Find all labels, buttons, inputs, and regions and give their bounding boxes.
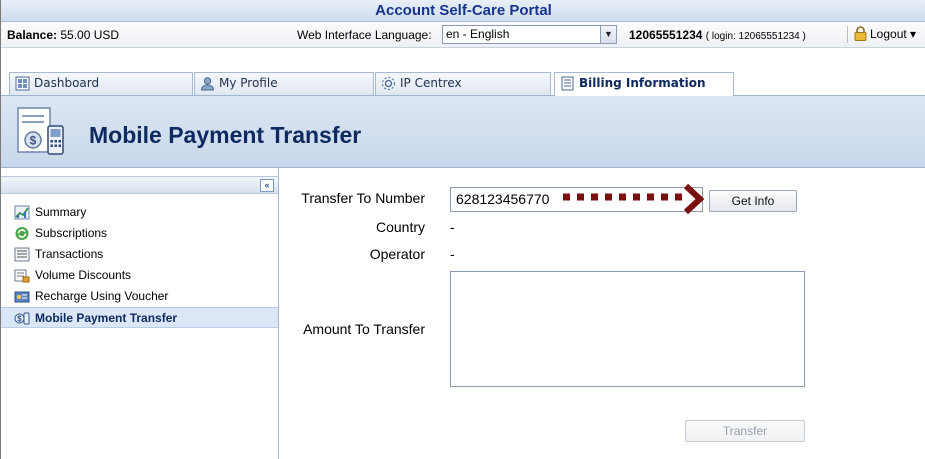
sidebar-item-label: Summary [35,205,87,219]
operator-value: - [450,246,455,262]
lock-icon [854,26,867,41]
sidebar-item-recharge-using-voucher[interactable]: Recharge Using Voucher [1,286,278,307]
sidebar-item-label: Volume Discounts [35,268,132,282]
discount-icon [14,269,30,283]
get-info-button[interactable]: Get Info [709,190,797,212]
tab-dashboard[interactable]: Dashboard [9,72,193,95]
account-info: 12065551234 ( login: 12065551234 ) [629,28,806,42]
network-icon [382,77,395,90]
sidebar-item-volume-discounts[interactable]: Volume Discounts [1,265,278,286]
login-text: ( login: 12065551234 ) [705,31,806,42]
page-header: $ Mobile Payment Transfer [1,96,925,168]
balance: Balance: 55.00 USD [7,28,119,42]
language-label: Web Interface Language: [297,28,432,42]
transfer-to-value: 628123456770 [456,191,550,207]
tab-my-profile[interactable]: My Profile [194,72,374,95]
divider [847,26,848,43]
page-title: Mobile Payment Transfer [89,122,362,148]
window-title: Account Self-Care Portal [375,2,552,19]
annotation-dotted-line [563,193,683,201]
user-icon [200,77,215,91]
sidebar-menu: Summary Subscriptions Transactions Volum… [1,202,278,328]
sidebar-item-label: Transactions [35,247,104,261]
sidebar-header: « [1,176,278,194]
transfer-button[interactable]: Transfer [685,420,805,442]
tab-billing-information[interactable]: Billing Information [554,72,734,97]
sidebar-item-summary[interactable]: Summary [1,202,278,223]
tab-label: Billing Information [579,76,706,90]
payment-phone-icon: $ [17,107,64,155]
logout-label: Logout [870,27,907,41]
tab-label: IP Centrex [400,76,462,90]
title-bar: Account Self-Care Portal [1,0,925,22]
info-bar: Balance: 55.00 USD Web Interface Languag… [1,22,925,48]
document-icon [561,76,574,91]
svg-text:$: $ [17,315,22,324]
balance-value: 55.00 USD [60,28,120,42]
sidebar: « Summary Subscriptions Transactions Vol… [1,168,279,459]
amount-to-transfer-field[interactable] [450,271,805,387]
language-selected-value: en - English [446,27,510,41]
country-label: Country [375,219,425,235]
chart-icon [14,205,30,220]
collapse-button[interactable]: « [260,179,274,192]
tab-label: My Profile [219,76,278,90]
chevron-down-icon[interactable]: ▼ [600,26,616,43]
sidebar-item-transactions[interactable]: Transactions [1,244,278,265]
app-window: Account Self-Care Portal Balance: 55.00 … [0,0,925,459]
language-select[interactable]: en - English ▼ [442,25,617,44]
tab-bar: Dashboard My Profile IP Centrex Billing … [1,70,925,97]
account-number: 12065551234 [629,28,703,42]
sidebar-item-label: Mobile Payment Transfer [35,311,178,325]
amount-label: Amount To Transfer [303,321,425,337]
tab-label: Dashboard [34,76,100,90]
svg-text:$: $ [30,134,37,148]
payment-phone-icon: $ [14,312,30,325]
voucher-icon [14,291,30,303]
tab-ip-centrex[interactable]: IP Centrex [375,72,551,95]
sidebar-item-mobile-payment-transfer[interactable]: $ Mobile Payment Transfer [1,307,278,328]
operator-label: Operator [369,246,425,262]
list-icon [14,247,30,262]
annotation-arrow-icon [683,183,705,215]
balance-label: Balance: [7,28,58,42]
sidebar-item-label: Recharge Using Voucher [35,289,169,303]
transfer-to-label: Transfer To Number [301,190,425,206]
sidebar-item-label: Subscriptions [35,226,108,240]
dashboard-icon [15,76,30,91]
country-value: - [450,219,455,235]
logout-button[interactable]: Logout ▾ [854,26,916,41]
sidebar-item-subscriptions[interactable]: Subscriptions [1,223,278,244]
refresh-icon [15,227,29,240]
